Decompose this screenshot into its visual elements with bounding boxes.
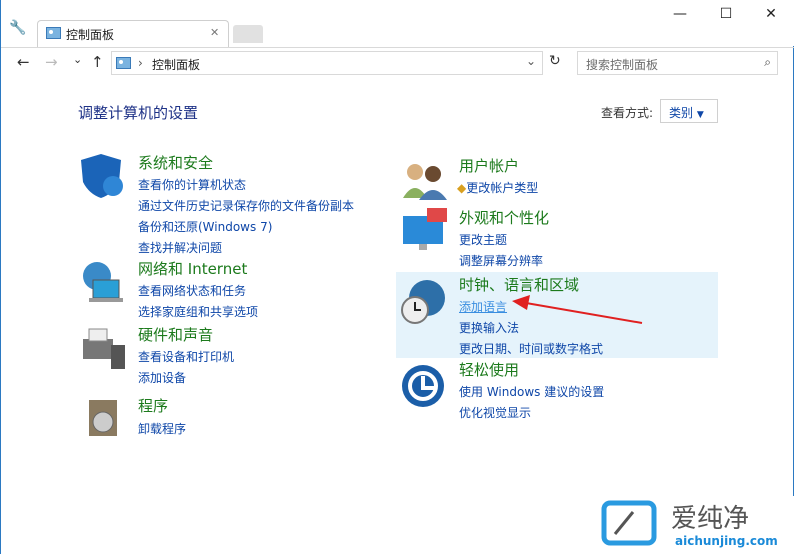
category-link[interactable]: 更改帐户类型 (466, 181, 538, 195)
category-link[interactable]: 选择家庭组和共享选项 (138, 303, 258, 320)
category-link[interactable]: 查看设备和打印机 (138, 348, 234, 365)
category-link[interactable]: 更改日期、时间或数字格式 (459, 340, 603, 357)
watermark-text: 爱纯净 (671, 504, 750, 534)
appearance-icon (403, 208, 447, 250)
watermark-logo-icon (601, 500, 657, 546)
category-link[interactable]: 添加设备 (138, 369, 234, 386)
hardware-sound-icon (83, 328, 125, 369)
back-button[interactable]: ← (17, 53, 30, 71)
control-panel-icon (116, 57, 131, 69)
view-by-label: 查看方式: (601, 106, 654, 120)
close-button[interactable]: ✕ (756, 6, 786, 26)
uac-shield-icon: ◆ (457, 181, 467, 195)
category-network-internet: 网络和 Internet 查看网络状态和任务 选择家庭组和共享选项 (138, 258, 258, 320)
category-link[interactable]: 查找并解决问题 (138, 239, 354, 256)
watermark-url: aichunjing.com (675, 534, 778, 548)
category-title[interactable]: 外观和个性化 (459, 207, 549, 228)
category-link[interactable]: 通过文件历史记录保存你的文件备份副本 (138, 197, 354, 214)
clock-globe-icon (401, 280, 445, 324)
red-arrow-annotation (512, 295, 643, 324)
category-title[interactable]: 系统和安全 (138, 152, 354, 173)
shield-icon (81, 154, 123, 198)
category-title[interactable]: 轻松使用 (459, 359, 604, 380)
refresh-button[interactable]: ↻ (549, 53, 561, 69)
category-link[interactable]: 使用 Windows 建议的设置 (459, 383, 604, 400)
category-system-security: 系统和安全 查看你的计算机状态 通过文件历史记录保存你的文件备份副本 备份和还原… (138, 152, 354, 256)
category-title[interactable]: 网络和 Internet (138, 258, 258, 279)
category-link[interactable]: 优化视觉显示 (459, 404, 604, 421)
category-programs: 程序 卸载程序 (138, 395, 186, 437)
category-title[interactable]: 用户帐户 (459, 155, 538, 176)
breadcrumb-control-panel[interactable]: 控制面板 (152, 56, 200, 73)
minimize-button[interactable]: — (665, 6, 695, 26)
category-hardware-sound: 硬件和声音 查看设备和打印机 添加设备 (138, 324, 234, 386)
maximize-button[interactable]: ☐ (711, 6, 741, 26)
category-appearance: 外观和个性化 更改主题 调整屏幕分辨率 (459, 207, 549, 269)
title-bar: 🔧 控制面板 ✕ — ☐ ✕ (1, 0, 794, 47)
address-dropdown-button[interactable]: ⌄ (526, 54, 536, 68)
breadcrumb-separator: › (138, 56, 143, 70)
network-icon (83, 262, 123, 302)
category-link[interactable]: 调整屏幕分辨率 (459, 252, 549, 269)
address-bar[interactable]: › 控制面板 ⌄ (111, 51, 543, 75)
tab-close-button[interactable]: ✕ (210, 26, 219, 39)
programs-icon (89, 400, 117, 436)
control-panel-icon (46, 27, 61, 39)
category-link[interactable]: 备份和还原(Windows 7) (138, 218, 354, 235)
view-by-dropdown[interactable]: 类别 ▼ (660, 99, 718, 123)
tab-title: 控制面板 (66, 28, 115, 42)
recent-locations-button[interactable]: ⌄ (73, 53, 82, 66)
tab-control-panel[interactable]: 控制面板 ✕ (37, 20, 229, 47)
search-icon[interactable]: ⌕ (764, 55, 771, 70)
category-title[interactable]: 程序 (138, 395, 186, 416)
category-link[interactable]: 卸载程序 (138, 420, 186, 437)
navigation-bar: ← → ⌄ ↑ › 控制面板 ⌄ ↻ 搜索控制面板 ⌕ (1, 47, 794, 77)
ease-of-access-icon (402, 365, 444, 407)
page-title: 调整计算机的设置 (78, 104, 199, 122)
forward-button[interactable]: → (45, 53, 58, 71)
category-user-accounts: 用户帐户 ◆更改帐户类型 (457, 155, 538, 196)
new-tab-button[interactable] (233, 25, 263, 43)
up-button[interactable]: ↑ (91, 53, 104, 71)
user-accounts-icon (403, 164, 447, 200)
search-placeholder: 搜索控制面板 (586, 58, 659, 72)
category-link[interactable]: 查看你的计算机状态 (138, 176, 354, 193)
watermark: 爱纯净 aichunjing.com (597, 496, 794, 554)
search-input[interactable]: 搜索控制面板 ⌕ (577, 51, 778, 75)
category-ease-of-access: 轻松使用 使用 Windows 建议的设置 优化视觉显示 (459, 359, 604, 421)
category-link[interactable]: 查看网络状态和任务 (138, 282, 258, 299)
wrench-icon[interactable]: 🔧 (9, 20, 26, 36)
category-link[interactable]: 更改主题 (459, 231, 549, 248)
category-title[interactable]: 硬件和声音 (138, 324, 234, 345)
